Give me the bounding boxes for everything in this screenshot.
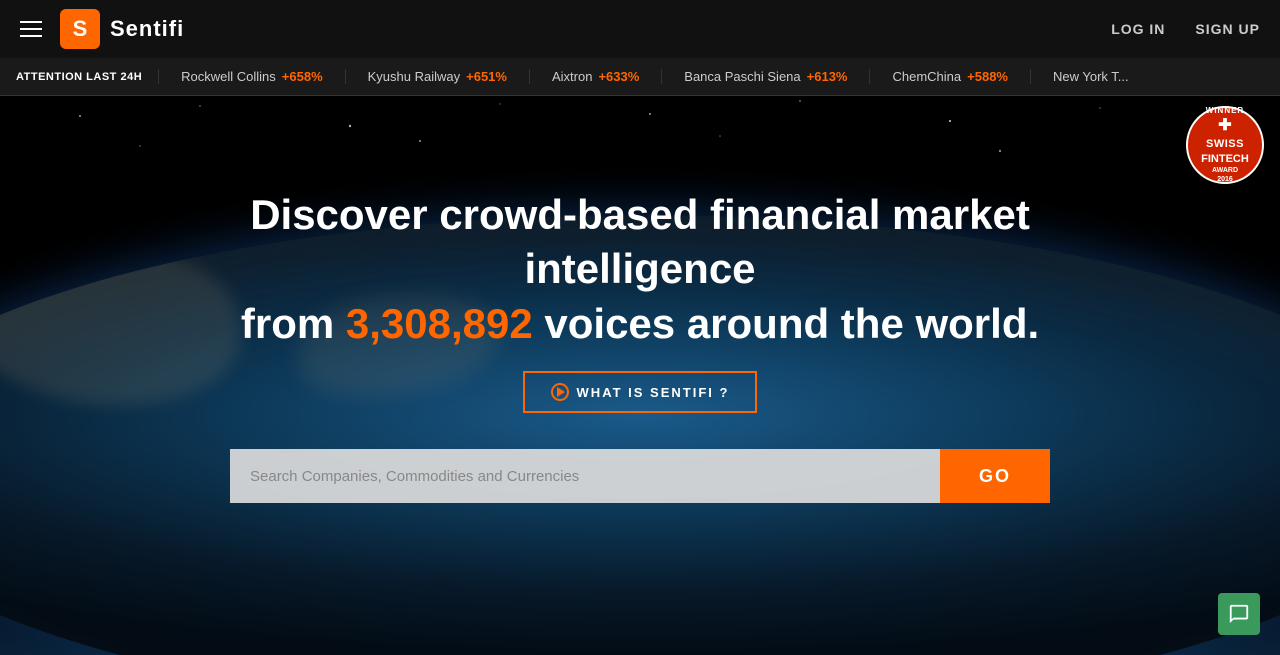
logo-letter: S	[73, 16, 88, 42]
heading-part2: from	[241, 300, 346, 347]
ticker-percentage: +633%	[598, 69, 639, 84]
chat-button[interactable]	[1218, 593, 1260, 635]
award-fintech-label: FINTECH	[1201, 152, 1249, 166]
ticker-item: ChemChina +588%	[869, 69, 1030, 84]
award-year: 2016	[1217, 175, 1233, 184]
ticker-percentage: +651%	[466, 69, 507, 84]
heading-part1: Discover crowd-based financial market in…	[250, 191, 1030, 293]
logo[interactable]: S Sentifi	[60, 9, 184, 49]
logo-name: Sentifi	[110, 16, 184, 42]
hamburger-button[interactable]	[20, 21, 42, 37]
ticker-bar: ATTENTION LAST 24H Rockwell Collins +658%…	[0, 58, 1280, 96]
hero-section: Discover crowd-based financial market in…	[0, 96, 1280, 655]
award-cross: ✚	[1218, 116, 1231, 137]
ticker-company-name: New York T...	[1053, 69, 1129, 84]
ticker-item: Aixtron +633%	[529, 69, 661, 84]
ticker-company-name: ChemChina	[892, 69, 961, 84]
play-icon	[551, 383, 569, 401]
attention-label: ATTENTION LAST 24H	[0, 71, 158, 83]
ticker-company-name: Rockwell Collins	[181, 69, 276, 84]
go-button[interactable]: GO	[940, 449, 1050, 503]
ticker-percentage: +658%	[282, 69, 323, 84]
ticker-percentage: +588%	[967, 69, 1008, 84]
navbar: S Sentifi LOG IN SIGN UP	[0, 0, 1280, 58]
ticker-company-name: Aixtron	[552, 69, 592, 84]
chat-icon	[1228, 603, 1250, 625]
voices-count: 3,308,892	[346, 300, 533, 347]
nav-right: LOG IN SIGN UP	[1111, 21, 1260, 37]
ticker-item: New York T...	[1030, 69, 1151, 84]
what-is-label: WHAT IS SENTIFI ?	[577, 385, 730, 400]
ticker-percentage: +613%	[807, 69, 848, 84]
what-is-sentifi-button[interactable]: WHAT IS SENTIFI ?	[523, 371, 758, 413]
signup-link[interactable]: SIGN UP	[1195, 21, 1260, 37]
ticker-item: Banca Paschi Siena +613%	[661, 69, 869, 84]
award-winner-label: WINNER	[1206, 106, 1244, 116]
award-label: AWARD	[1212, 166, 1238, 175]
login-link[interactable]: LOG IN	[1111, 21, 1165, 37]
hero-content: Discover crowd-based financial market in…	[170, 188, 1110, 504]
ticker-item: Kyushu Railway +651%	[345, 69, 529, 84]
ticker-item: Rockwell Collins +658%	[158, 69, 344, 84]
ticker-company-name: Banca Paschi Siena	[684, 69, 800, 84]
award-swiss-label: SWISS	[1206, 137, 1244, 151]
ticker-company-name: Kyushu Railway	[368, 69, 461, 84]
hero-heading: Discover crowd-based financial market in…	[190, 188, 1090, 352]
logo-icon: S	[60, 9, 100, 49]
search-input[interactable]	[230, 449, 940, 503]
heading-part3: voices around the world.	[533, 300, 1039, 347]
search-bar: GO	[230, 449, 1050, 503]
ticker-items: Rockwell Collins +658% Kyushu Railway +651%…	[158, 69, 1280, 84]
award-badge: WINNER ✚ SWISS FINTECH AWARD 2016	[1186, 106, 1264, 184]
